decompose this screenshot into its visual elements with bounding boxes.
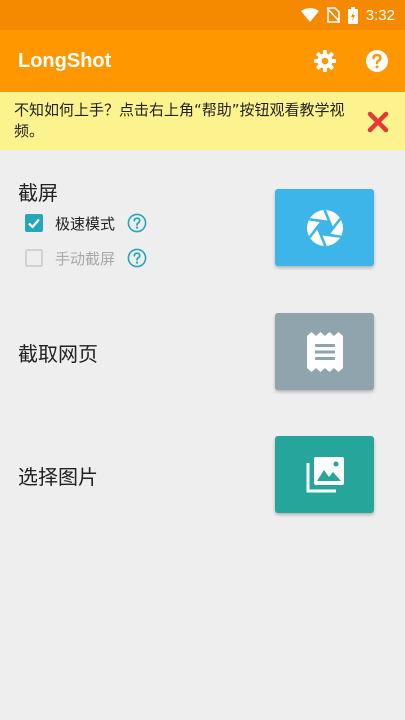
wifi-icon [300,8,319,22]
close-tip-button[interactable] [367,111,389,133]
app-title: LongShot [18,49,112,72]
status-time: 3:32 [365,6,395,24]
manual-screenshot-checkbox[interactable] [25,249,43,267]
battery-icon [347,6,358,24]
close-icon [367,111,389,133]
fast-mode-checkbox[interactable] [25,214,43,232]
app-bar: LongShot [0,30,405,92]
gallery-icon [306,456,344,492]
option-fast-mode[interactable]: 极速模式 [25,211,147,235]
no-sim-icon [326,7,340,23]
fast-mode-label: 极速模式 [55,214,116,233]
settings-button[interactable] [313,49,337,73]
tip-banner: 不知如何上手？点击右上角“帮助”按钮观看教学视频。 [0,92,405,150]
section-title-pick-image: 选择图片 [18,465,98,489]
manual-screenshot-label: 手动截屏 [55,249,116,268]
gear-icon [314,50,336,72]
screenshot-button[interactable] [275,189,374,266]
status-bar: 3:32 [0,0,405,30]
manual-screenshot-help-button[interactable] [127,248,147,268]
section-title-webpage: 截取网页 [18,342,98,366]
pick-image-button[interactable] [275,436,374,513]
help-circle-icon [127,248,147,268]
option-manual-screenshot[interactable]: 手动截屏 [25,246,147,270]
check-icon [28,218,40,229]
fast-mode-help-button[interactable] [127,213,147,233]
help-button[interactable] [365,49,389,73]
document-icon [306,331,343,372]
help-circle-icon [366,50,388,72]
webpage-button[interactable] [275,313,374,390]
tip-text: 不知如何上手？点击右上角“帮助”按钮观看教学视频。 [14,101,345,140]
section-title-screenshot: 截屏 [18,181,58,205]
shutter-icon [306,209,343,246]
help-circle-icon [127,213,147,233]
